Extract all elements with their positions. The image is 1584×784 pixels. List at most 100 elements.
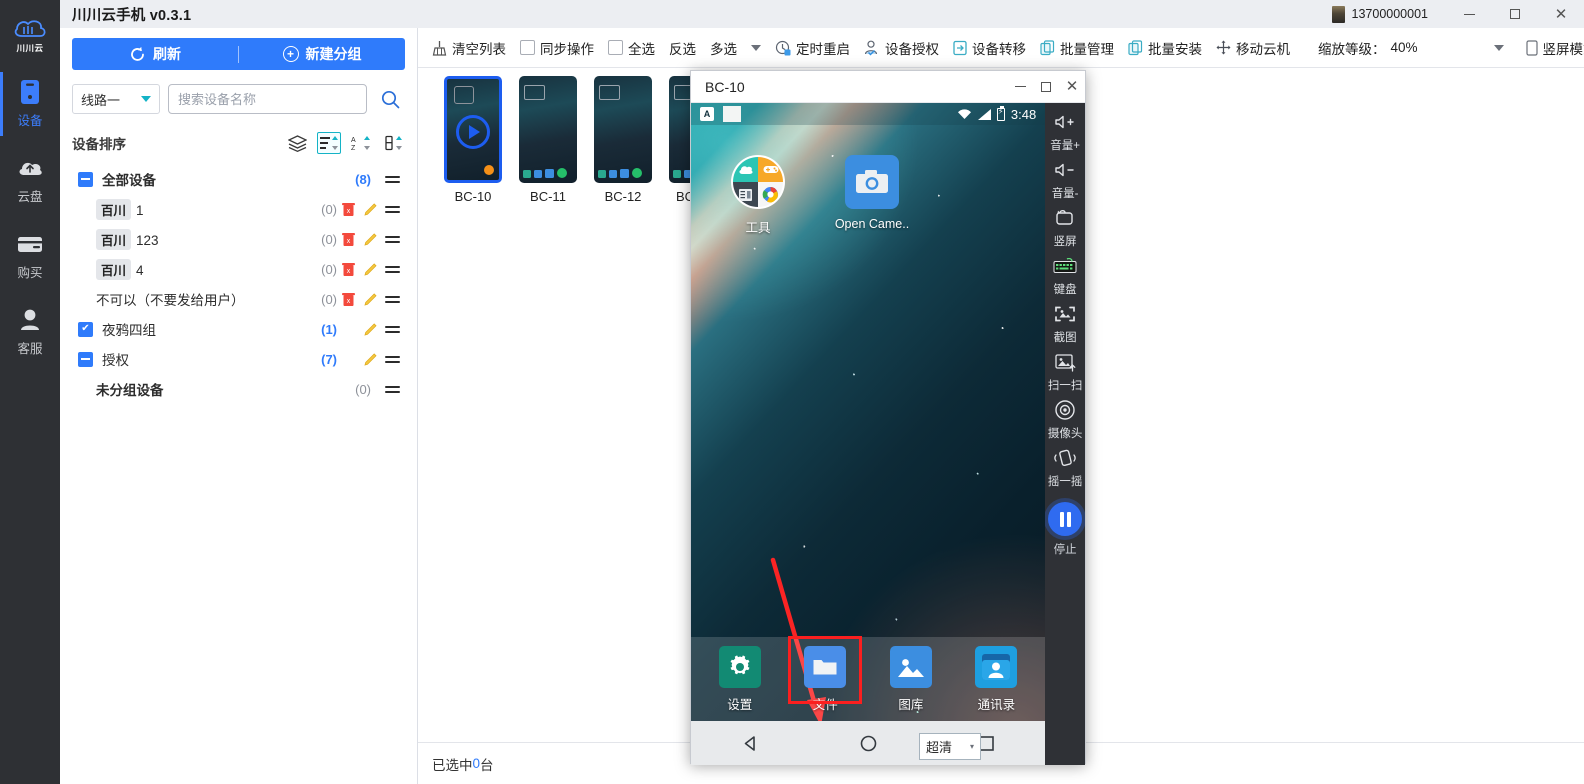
rotate-portrait-button[interactable]: 竖屏 xyxy=(1045,205,1085,249)
keyboard-button[interactable]: 键盘 xyxy=(1045,253,1085,297)
window-maximize-button[interactable] xyxy=(1492,0,1538,28)
tree-row-label: 1 xyxy=(136,202,144,218)
drag-handle-icon[interactable] xyxy=(381,355,403,363)
sync-operation-toggle[interactable]: 同步操作 xyxy=(520,38,594,58)
invert-select-button[interactable]: 反选 xyxy=(669,38,696,58)
clear-list-button[interactable]: 清空列表 xyxy=(432,38,506,58)
drag-handle-icon[interactable] xyxy=(381,385,403,393)
svg-text:x: x xyxy=(346,268,350,275)
svg-text:A: A xyxy=(351,137,356,144)
phone-screen[interactable]: A 3:48 xyxy=(691,103,1046,765)
refresh-button[interactable]: 刷新 xyxy=(72,38,238,70)
tree-row[interactable]: 百川 123 (0) x xyxy=(60,224,417,254)
tree-row[interactable]: 授权 (7) xyxy=(60,344,417,374)
sync-operation-label: 同步操作 xyxy=(540,41,594,57)
edit-icon[interactable] xyxy=(359,232,381,247)
window-close-button[interactable]: ✕ xyxy=(1538,0,1584,28)
main-toolbar: 清空列表 同步操作 全选 反选 多选 定时重启 设备授权 设备转移 批量管理 批… xyxy=(418,28,1584,68)
edit-icon[interactable] xyxy=(359,352,381,367)
dock-app-files[interactable]: 文件 xyxy=(788,635,863,713)
device-thumbnail[interactable]: BC-10 xyxy=(444,76,502,204)
timed-restart-button[interactable]: 定时重启 xyxy=(775,38,850,58)
statusbar-right-group: 3:48 xyxy=(957,105,1036,122)
edit-icon[interactable] xyxy=(359,262,381,277)
desktop-app-opencamera[interactable]: Open Came.. xyxy=(833,155,911,236)
volume-down-button[interactable]: 音量- xyxy=(1045,157,1085,201)
tree-row[interactable]: 百川 4 (0) x xyxy=(60,254,417,284)
edit-icon[interactable] xyxy=(359,202,381,217)
emulator-minimize-button[interactable] xyxy=(1007,71,1033,103)
select-all-toggle[interactable]: 全选 xyxy=(608,38,655,58)
tree-row[interactable]: 百川 1 (0) x xyxy=(60,194,417,224)
layers-icon[interactable] xyxy=(285,132,309,154)
device-transfer-button[interactable]: 设备转移 xyxy=(953,38,1026,58)
home-circle-icon[interactable] xyxy=(841,721,895,765)
quality-select[interactable]: 超清 ▾ xyxy=(919,733,981,760)
delete-icon[interactable]: x xyxy=(337,262,359,277)
batch-manage-button[interactable]: 批量管理 xyxy=(1040,38,1114,58)
search-input[interactable] xyxy=(178,91,357,107)
search-input-wrapper[interactable] xyxy=(168,84,367,114)
wifi-icon xyxy=(957,108,971,119)
desktop-app-tools[interactable]: 工具 xyxy=(719,155,797,236)
delete-icon[interactable]: x xyxy=(337,292,359,307)
volume-up-button[interactable]: 音量+ xyxy=(1045,109,1085,153)
sidebar-item-purchase[interactable]: 购买 xyxy=(0,218,60,294)
tree-row[interactable]: 夜鸦四组 (1) xyxy=(60,314,417,344)
edit-icon[interactable] xyxy=(359,322,381,337)
screenshot-button[interactable]: 截图 xyxy=(1045,301,1085,345)
play-icon[interactable] xyxy=(456,114,490,149)
delete-icon[interactable]: x xyxy=(337,202,359,217)
group-checkbox[interactable] xyxy=(78,321,93,337)
move-cloud-phone-button[interactable]: 移动云机 xyxy=(1216,38,1290,58)
drag-handle-icon[interactable] xyxy=(381,235,403,243)
sidebar-item-support[interactable]: 客服 xyxy=(0,294,60,370)
device-thumbnail[interactable]: BC-12 xyxy=(594,76,652,204)
tree-row-label: 全部设备 xyxy=(102,173,156,188)
emulator-close-button[interactable]: ✕ xyxy=(1059,71,1085,103)
stop-button[interactable]: 停止 xyxy=(1045,499,1085,557)
dock-app-settings[interactable]: 设置 xyxy=(707,645,773,713)
tree-row-label: 未分组设备 xyxy=(96,383,164,398)
dock-app-gallery[interactable]: 图库 xyxy=(878,645,944,713)
scan-button[interactable]: 扫一扫 xyxy=(1045,349,1085,393)
drag-handle-icon[interactable] xyxy=(381,205,403,213)
shake-button[interactable]: 摇一摇 xyxy=(1045,445,1085,489)
drag-handle-icon[interactable] xyxy=(381,325,403,333)
size-sort-icon[interactable] xyxy=(381,132,405,154)
search-button[interactable] xyxy=(375,90,405,109)
portrait-mode-toggle[interactable]: 竖屏模式 xyxy=(1525,38,1584,58)
group-checkbox[interactable] xyxy=(78,171,93,187)
camera-button[interactable]: 摄像头 xyxy=(1045,397,1085,441)
tree-row[interactable]: 未分组设备 (0) xyxy=(60,374,417,404)
tree-row[interactable]: 全部设备 (8) xyxy=(60,164,417,194)
batch-install-button[interactable]: 批量安装 xyxy=(1128,38,1202,58)
tree-row[interactable]: 不可以（不要发给用户） (0) x xyxy=(60,284,417,314)
group-checkbox[interactable] xyxy=(78,351,93,367)
volume-up-icon xyxy=(1054,109,1076,135)
sidebar-item-device[interactable]: 设备 xyxy=(0,66,60,142)
alpha-sort-icon[interactable]: AZ xyxy=(349,132,373,154)
list-sort-icon[interactable] xyxy=(317,132,341,154)
sync-checkbox[interactable] xyxy=(520,40,535,55)
drag-handle-icon[interactable] xyxy=(381,175,403,183)
line-select[interactable]: 线路一 xyxy=(72,84,160,114)
device-thumbnail[interactable]: BC-11 xyxy=(519,76,577,204)
edit-icon[interactable] xyxy=(359,292,381,307)
line-select-value: 线路一 xyxy=(81,92,121,108)
dock-app-contacts[interactable]: 通讯录 xyxy=(963,645,1029,713)
user-account-area[interactable]: 13700000001 xyxy=(1331,5,1428,23)
emulator-maximize-button[interactable] xyxy=(1033,71,1059,103)
select-all-checkbox[interactable] xyxy=(608,40,623,55)
sidebar-item-clouddisk[interactable]: 云盘 xyxy=(0,142,60,218)
new-group-button[interactable]: + 新建分组 xyxy=(239,38,405,70)
back-triangle-icon[interactable] xyxy=(723,721,777,765)
file-folder-icon xyxy=(534,170,542,178)
drag-handle-icon[interactable] xyxy=(381,295,403,303)
drag-handle-icon[interactable] xyxy=(381,265,403,273)
zoom-dropdown-chevron-down-icon[interactable] xyxy=(1493,44,1504,51)
device-auth-button[interactable]: 设备授权 xyxy=(864,38,939,58)
delete-icon[interactable]: x xyxy=(337,232,359,247)
window-minimize-button[interactable] xyxy=(1446,0,1492,28)
multi-select-dropdown[interactable]: 多选 xyxy=(710,38,761,58)
